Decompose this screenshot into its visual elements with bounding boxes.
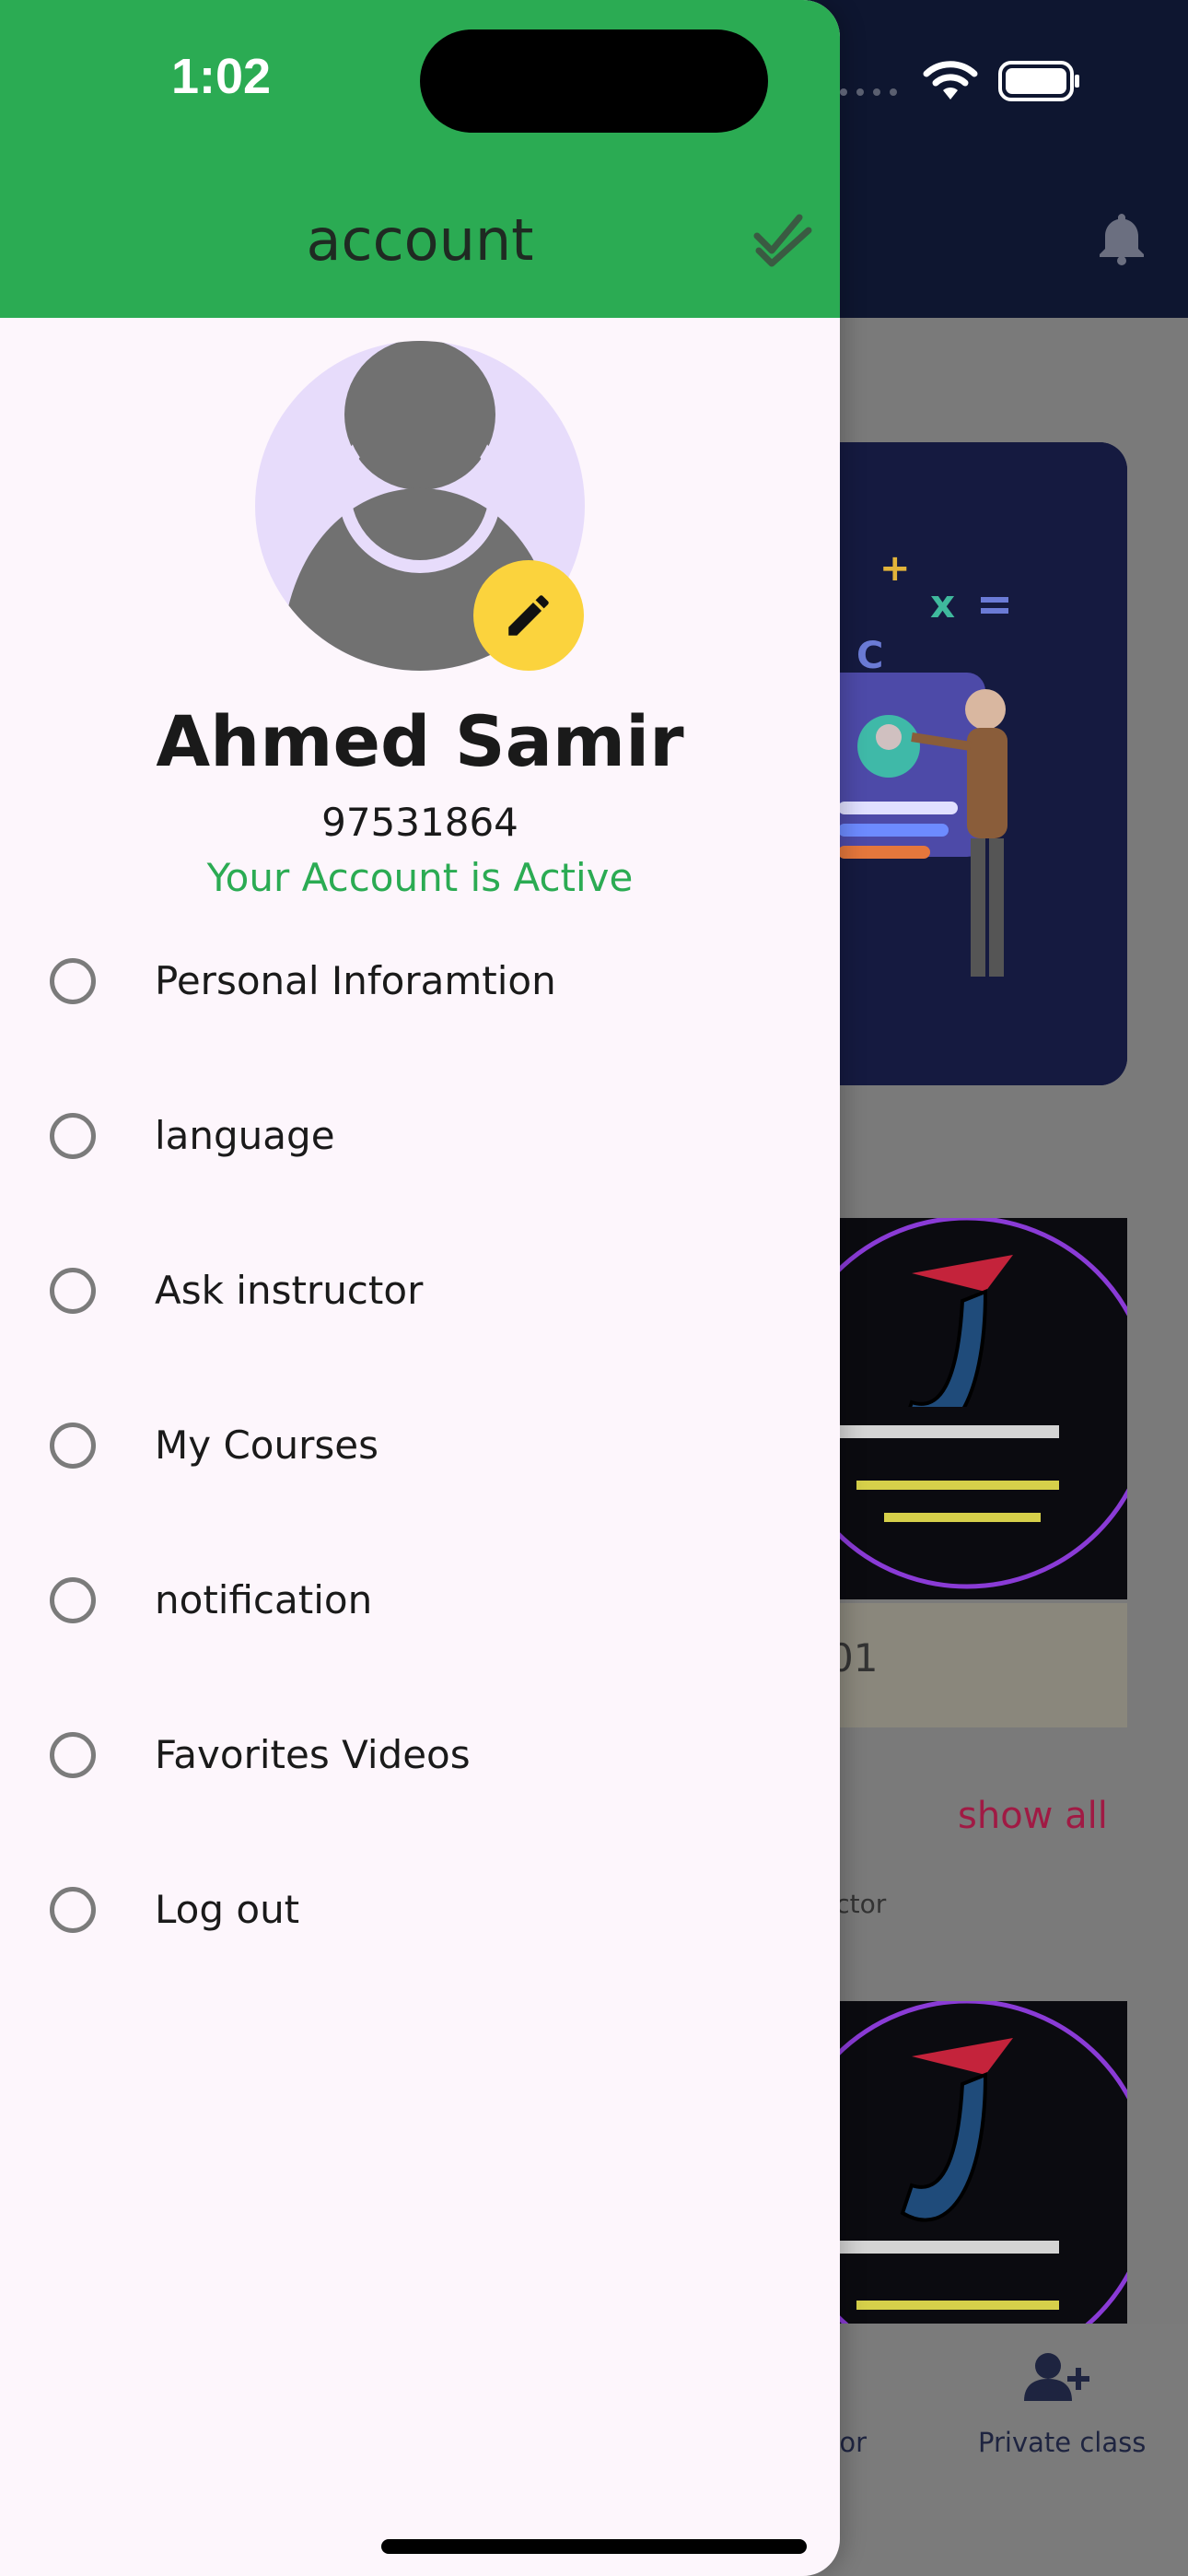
pencil-icon	[508, 595, 549, 636]
edit-avatar-button[interactable]	[473, 560, 584, 671]
menu-item-label: Favorites Videos	[155, 1732, 471, 1777]
menu-item-label: My Courses	[155, 1423, 379, 1468]
course-card-2[interactable]	[801, 2001, 1127, 2324]
menu-item-label: notification	[155, 1577, 373, 1622]
status-time: 1:02	[171, 49, 272, 104]
home-indicator[interactable]	[381, 2539, 807, 2554]
institute-logo	[801, 1218, 1127, 1589]
show-all-link[interactable]: show all	[958, 1795, 1108, 1837]
signal-dots-icon	[840, 88, 897, 96]
radio-icon[interactable]	[50, 1732, 96, 1778]
course-card-1-footer[interactable]: 01	[801, 1603, 1127, 1727]
menu-item-label: Personal Inforamtion	[155, 958, 556, 1003]
menu-item-language[interactable]: language	[0, 1080, 840, 1200]
wifi-icon	[923, 61, 978, 100]
radio-icon[interactable]	[50, 1577, 96, 1623]
svg-text:+: +	[879, 547, 911, 590]
user-plus-icon[interactable]	[1022, 2351, 1092, 2403]
menu-item-label: Log out	[155, 1887, 300, 1932]
institute-logo	[801, 2001, 1127, 2324]
menu-item-log-out[interactable]: Log out	[0, 1854, 840, 1973]
svg-text:C: C	[856, 635, 883, 677]
account-status: Your Account is Active	[206, 855, 634, 900]
teacher-illustration: B C x +	[801, 442, 1127, 1085]
radio-icon[interactable]	[50, 1113, 96, 1159]
menu-item-label: Ask instructor	[155, 1268, 424, 1313]
menu-item-personal-information[interactable]: Personal Inforamtion	[0, 925, 840, 1045]
menu-item-my-courses[interactable]: My Courses	[0, 1389, 840, 1509]
menu-item-ask-instructor[interactable]: Ask instructor	[0, 1235, 840, 1354]
drawer-title: account	[306, 206, 534, 274]
radio-icon[interactable]	[50, 1887, 96, 1933]
radio-icon[interactable]	[50, 1268, 96, 1314]
radio-icon[interactable]	[50, 1423, 96, 1469]
nav-label-private-class[interactable]: Private class	[978, 2427, 1146, 2458]
bell-icon[interactable]	[1096, 210, 1147, 265]
radio-icon[interactable]	[50, 958, 96, 1004]
menu-item-favorites-videos[interactable]: Favorites Videos	[0, 1699, 840, 1819]
user-name: Ahmed Samir	[156, 700, 684, 782]
dynamic-island	[420, 29, 768, 133]
course-card-1[interactable]	[801, 1218, 1127, 1599]
battery-icon	[998, 61, 1079, 101]
promo-banner[interactable]: B C x +	[801, 442, 1127, 1085]
menu-item-notification[interactable]: notification	[0, 1544, 840, 1664]
check-all-icon[interactable]	[753, 208, 814, 269]
account-drawer: 1:02 account Ahmed Samir 97531864 Your A…	[0, 0, 840, 2576]
menu-item-label: language	[155, 1113, 335, 1158]
svg-text:x: x	[930, 581, 955, 626]
user-phone: 97531864	[321, 800, 518, 845]
